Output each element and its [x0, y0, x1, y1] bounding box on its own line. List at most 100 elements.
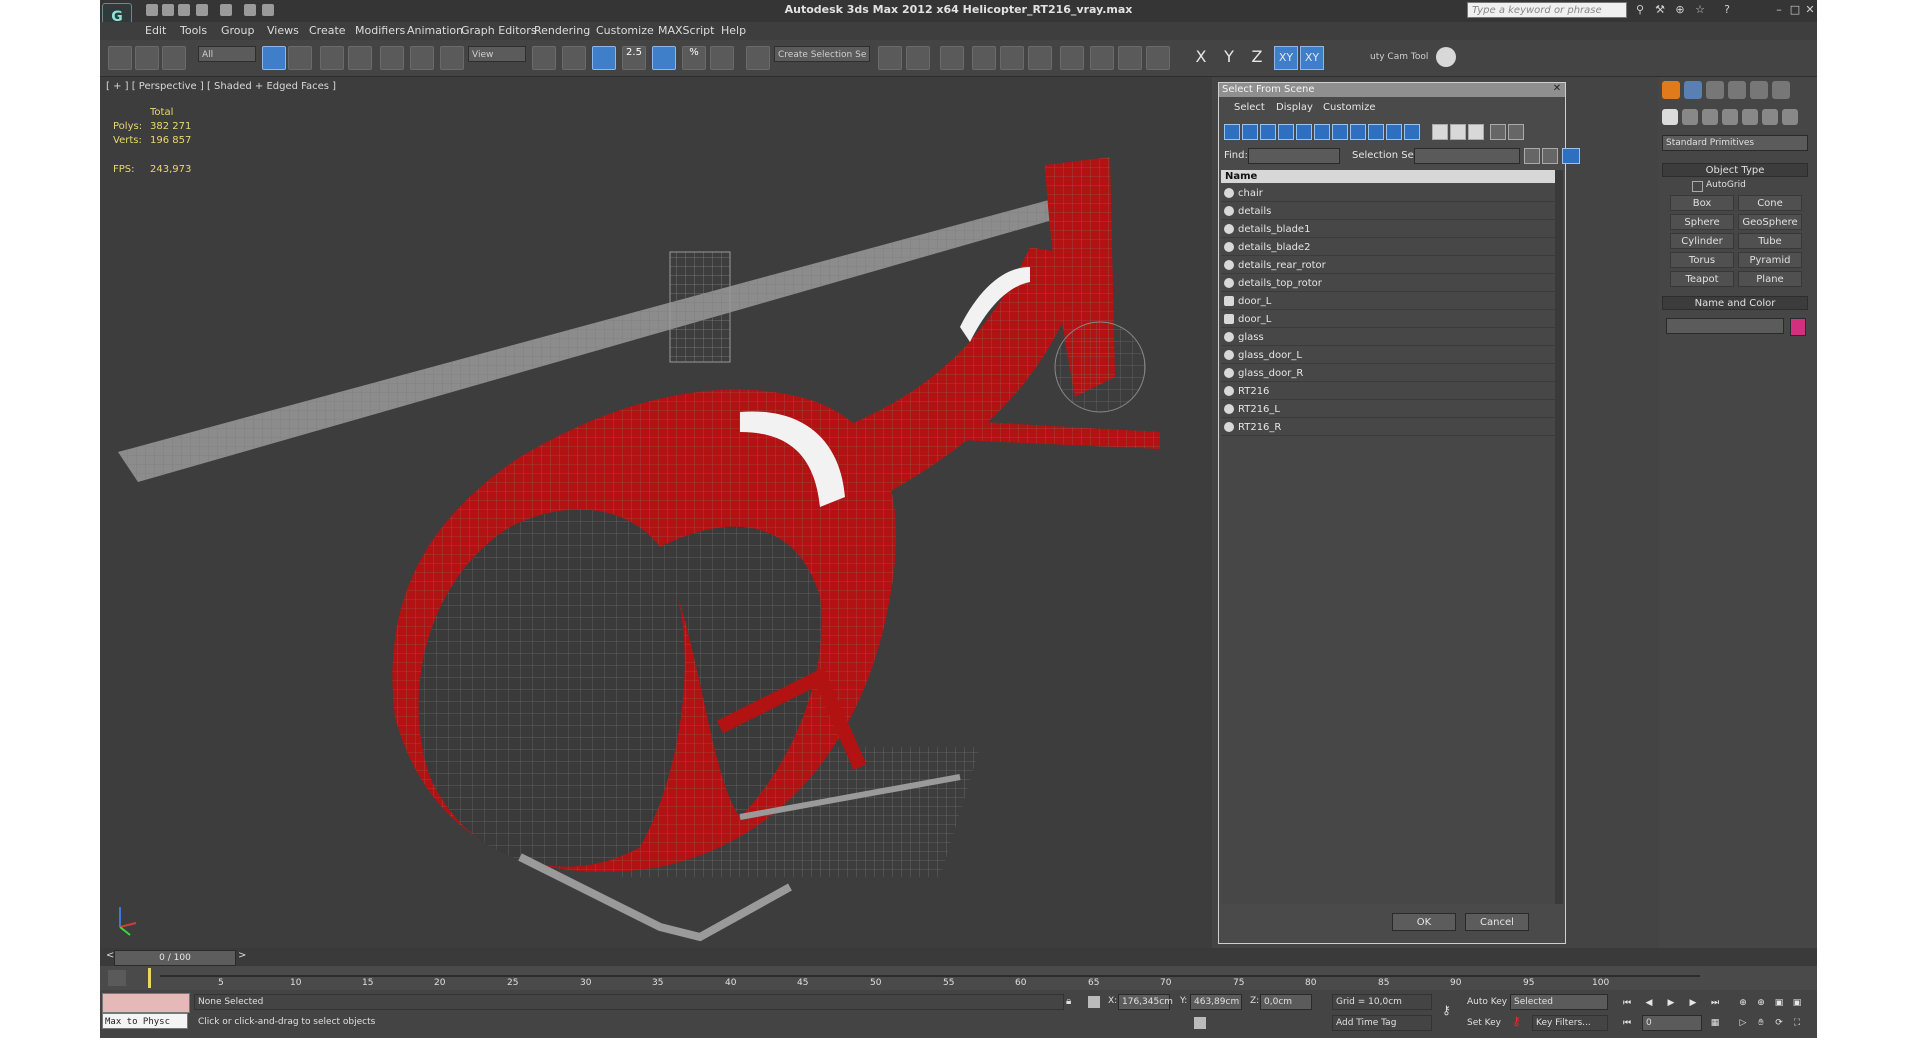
mini-curve-editor-icon[interactable]	[108, 970, 126, 986]
fov-icon[interactable]: ▷	[1736, 1016, 1750, 1030]
menu-customize[interactable]: Customize	[596, 24, 654, 37]
render-setup-icon[interactable]	[1090, 46, 1114, 70]
sel-set-select-icon[interactable]	[1562, 148, 1580, 164]
scale-icon[interactable]	[440, 46, 464, 70]
tube-button[interactable]: Tube	[1738, 233, 1802, 249]
rotate-icon[interactable]	[410, 46, 434, 70]
display-lights-icon[interactable]	[1260, 124, 1276, 140]
play-icon[interactable]: ▶	[1664, 996, 1678, 1010]
viewport-label[interactable]: [ + ] [ Perspective ] [ Shaded + Edged F…	[106, 81, 336, 92]
list-item[interactable]: glass_door_R	[1221, 365, 1555, 382]
menu-animation[interactable]: Animation	[407, 24, 463, 37]
selection-set-dropdown[interactable]	[1414, 148, 1520, 164]
search-input[interactable]: Type a keyword or phrase	[1467, 2, 1627, 18]
close-icon[interactable]: ✕	[1803, 4, 1817, 16]
binoculars-icon[interactable]: ⚲	[1633, 4, 1647, 16]
window-crossing-icon[interactable]	[348, 46, 372, 70]
autogrid-checkbox[interactable]	[1692, 181, 1703, 192]
keyboard-shortcut-override-icon[interactable]	[592, 46, 616, 70]
x-coordinate-field[interactable]: 176,345cm	[1118, 994, 1173, 1010]
primitive-category-dropdown[interactable]: Standard Primitives	[1662, 135, 1808, 151]
cam-tool-label[interactable]: uty Cam Tool	[1370, 52, 1428, 62]
current-frame-field[interactable]: 0	[1642, 1015, 1702, 1031]
display-spacewarps-icon[interactable]	[1314, 124, 1330, 140]
menu-help[interactable]: Help	[721, 24, 746, 37]
motion-panel-icon[interactable]	[1728, 81, 1746, 99]
dialog-menu-customize[interactable]: Customize	[1323, 102, 1376, 113]
list-item[interactable]: glass	[1221, 329, 1555, 346]
auto-key-button[interactable]: Auto Key	[1467, 997, 1507, 1007]
name-color-rollout[interactable]: Name and Color	[1662, 296, 1808, 310]
time-cursor[interactable]	[148, 968, 151, 988]
slider-next-icon[interactable]: >	[238, 950, 246, 961]
snaps-toggle-icon[interactable]: 2.5	[622, 46, 646, 70]
list-item[interactable]: chair	[1221, 185, 1555, 202]
dialog-menu-select[interactable]: Select	[1234, 102, 1265, 113]
zoom-icon[interactable]: ⊕	[1736, 996, 1750, 1010]
display-frozen-icon[interactable]	[1404, 124, 1420, 140]
ok-button[interactable]: OK	[1392, 913, 1456, 931]
cancel-button[interactable]: Cancel	[1465, 913, 1529, 931]
list-item[interactable]: details_blade1	[1221, 221, 1555, 238]
set-key-button[interactable]: Set Key	[1467, 1018, 1501, 1028]
absolute-mode-icon[interactable]	[1088, 996, 1100, 1008]
key-icon[interactable]: ⚷	[1442, 1003, 1464, 1017]
filter-icon[interactable]	[1490, 124, 1506, 140]
z-coordinate-field[interactable]: 0,0cm	[1260, 994, 1312, 1010]
help-icon[interactable]: ?	[1720, 4, 1734, 16]
key-mode-toggle-icon[interactable]: ⏮	[1620, 1016, 1634, 1030]
display-helpers-icon[interactable]	[1296, 124, 1312, 140]
maxscript-mini-listener[interactable]: Max to Physc	[102, 1013, 188, 1029]
list-item[interactable]: RT216_R	[1221, 419, 1555, 436]
menu-graph-editors[interactable]: Graph Editors	[461, 24, 537, 37]
communication-icon[interactable]: ⊕	[1673, 4, 1687, 16]
filter-options-icon[interactable]	[1508, 124, 1524, 140]
percent-snap-icon[interactable]: %	[682, 46, 706, 70]
display-shapes-icon[interactable]	[1242, 124, 1258, 140]
add-time-tag[interactable]: Add Time Tag	[1332, 1015, 1432, 1031]
list-item[interactable]: details_blade2	[1221, 239, 1555, 256]
display-bones-icon[interactable]	[1368, 124, 1384, 140]
display-cameras-icon[interactable]	[1278, 124, 1294, 140]
rect-selection-icon[interactable]	[320, 46, 344, 70]
sel-set-remove-icon[interactable]	[1542, 148, 1558, 164]
utilities-panel-icon[interactable]	[1772, 81, 1790, 99]
list-item[interactable]: RT216	[1221, 383, 1555, 400]
render-production-icon[interactable]	[1146, 46, 1170, 70]
dialog-title[interactable]: Select From Scene	[1219, 83, 1565, 97]
list-item[interactable]: details	[1221, 203, 1555, 220]
lock-icon[interactable]: 🔒︎	[1066, 996, 1078, 1008]
skull-icon[interactable]	[1436, 47, 1456, 67]
time-tag-icon[interactable]	[1194, 1017, 1206, 1029]
menu-group[interactable]: Group	[221, 24, 255, 37]
list-item[interactable]: glass_door_L	[1221, 347, 1555, 364]
zoom-all-icon[interactable]: ⊕	[1754, 996, 1768, 1010]
previous-frame-icon[interactable]: ◀	[1642, 996, 1656, 1010]
dialog-close-icon[interactable]: ✕	[1551, 83, 1563, 95]
selection-filter-dropdown[interactable]: All	[198, 46, 256, 62]
display-none-icon[interactable]	[1450, 124, 1466, 140]
minimize-icon[interactable]: –	[1772, 4, 1786, 16]
plane-button[interactable]: Plane	[1738, 271, 1802, 287]
menu-tools[interactable]: Tools	[180, 24, 207, 37]
object-list-scrollbar[interactable]	[1555, 170, 1563, 904]
time-config-icon[interactable]: ▦	[1708, 1016, 1722, 1030]
select-object-icon[interactable]	[262, 46, 286, 70]
unlink-icon[interactable]	[135, 46, 159, 70]
dialog-menu-display[interactable]: Display	[1276, 102, 1313, 113]
box-button[interactable]: Box	[1670, 195, 1734, 211]
geometry-category-icon[interactable]	[1662, 109, 1678, 125]
orbit-icon[interactable]: ⟳	[1772, 1016, 1786, 1030]
list-item[interactable]: details_top_rotor	[1221, 275, 1555, 292]
key-mode-dropdown[interactable]: Selected	[1510, 994, 1608, 1010]
shapes-category-icon[interactable]	[1682, 109, 1698, 125]
perspective-viewport[interactable]	[100, 77, 1212, 948]
go-to-end-icon[interactable]: ⏭	[1708, 996, 1722, 1010]
display-all-icon[interactable]	[1432, 124, 1448, 140]
edit-named-selection-icon[interactable]	[746, 46, 770, 70]
named-selection-dropdown[interactable]: Create Selection Se	[774, 46, 870, 62]
curve-editor-icon[interactable]	[1000, 46, 1024, 70]
zoom-extents-all-icon[interactable]: ▣	[1790, 996, 1804, 1010]
zoom-extents-icon[interactable]: ▣	[1772, 996, 1786, 1010]
menu-modifiers[interactable]: Modifiers	[355, 24, 405, 37]
